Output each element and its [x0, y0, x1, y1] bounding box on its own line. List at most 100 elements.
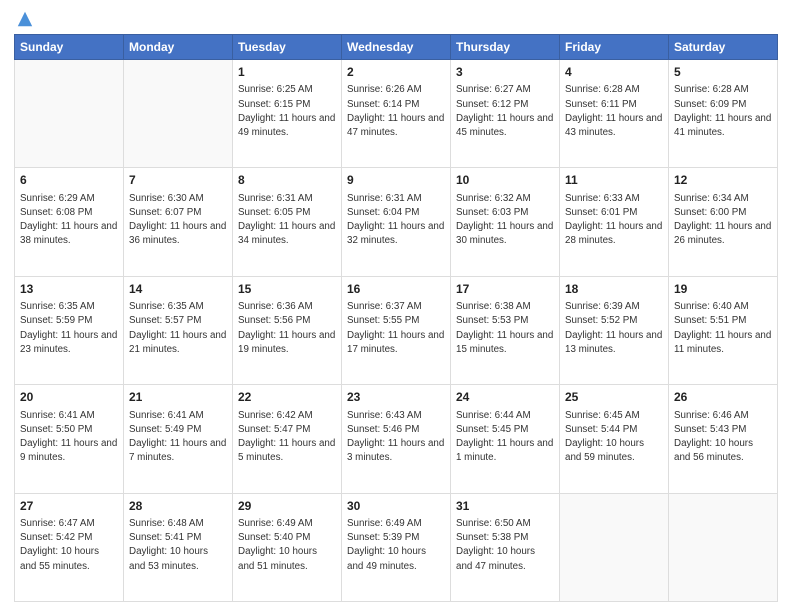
logo-text — [14, 10, 34, 28]
day-info: Sunrise: 6:44 AM Sunset: 5:45 PM Dayligh… — [456, 409, 554, 466]
day-number: 16 — [347, 281, 445, 298]
day-info: Sunrise: 6:42 AM Sunset: 5:47 PM Dayligh… — [238, 409, 336, 466]
day-info: Sunrise: 6:49 AM Sunset: 5:40 PM Dayligh… — [238, 517, 336, 574]
day-info: Sunrise: 6:47 AM Sunset: 5:42 PM Dayligh… — [20, 517, 118, 574]
day-number: 10 — [456, 172, 554, 189]
day-info: Sunrise: 6:49 AM Sunset: 5:39 PM Dayligh… — [347, 517, 445, 574]
day-number: 21 — [129, 389, 227, 406]
day-info: Sunrise: 6:45 AM Sunset: 5:44 PM Dayligh… — [565, 409, 663, 466]
day-number: 2 — [347, 64, 445, 81]
calendar-cell — [124, 60, 233, 168]
calendar-cell: 26 Sunrise: 6:46 AM Sunset: 5:43 PM Dayli… — [669, 385, 778, 493]
day-number: 23 — [347, 389, 445, 406]
day-number: 3 — [456, 64, 554, 81]
day-info: Sunrise: 6:46 AM Sunset: 5:43 PM Dayligh… — [674, 409, 772, 466]
calendar-week-4: 20 Sunrise: 6:41 AM Sunset: 5:50 PM Dayli… — [15, 385, 778, 493]
day-info: Sunrise: 6:28 AM Sunset: 6:11 PM Dayligh… — [565, 83, 663, 140]
calendar-cell: 22Sunrise: 6:42 AM Sunset: 5:47 PM Dayli… — [233, 385, 342, 493]
day-info: Sunrise: 6:31 AM Sunset: 6:04 PM Dayligh… — [347, 192, 445, 249]
day-number: 13 — [20, 281, 118, 298]
calendar-week-1: 1 Sunrise: 6:25 AM Sunset: 6:15 PM Daylig… — [15, 60, 778, 168]
calendar-cell: 1 Sunrise: 6:25 AM Sunset: 6:15 PM Daylig… — [233, 60, 342, 168]
calendar-cell: 30Sunrise: 6:49 AM Sunset: 5:39 PM Dayli… — [342, 493, 451, 601]
calendar-cell: 24Sunrise: 6:44 AM Sunset: 5:45 PM Dayli… — [451, 385, 560, 493]
col-thursday: Thursday — [451, 35, 560, 60]
calendar-cell: 4 Sunrise: 6:28 AM Sunset: 6:11 PM Daylig… — [560, 60, 669, 168]
day-number: 1 — [238, 64, 336, 81]
calendar-cell: 11 Sunrise: 6:33 AM Sunset: 6:01 PM Dayli… — [560, 168, 669, 276]
calendar-cell: 8 Sunrise: 6:31 AM Sunset: 6:05 PM Daylig… — [233, 168, 342, 276]
day-number: 8 — [238, 172, 336, 189]
day-number: 19 — [674, 281, 772, 298]
calendar-cell: 3Sunrise: 6:27 AM Sunset: 6:12 PM Daylig… — [451, 60, 560, 168]
day-number: 11 — [565, 172, 663, 189]
day-number: 20 — [20, 389, 118, 406]
day-info: Sunrise: 6:41 AM Sunset: 5:50 PM Dayligh… — [20, 409, 118, 466]
col-monday: Monday — [124, 35, 233, 60]
day-number: 18 — [565, 281, 663, 298]
calendar-cell: 16 Sunrise: 6:37 AM Sunset: 5:55 PM Dayli… — [342, 276, 451, 384]
calendar-cell: 31 Sunrise: 6:50 AM Sunset: 5:38 PM Dayli… — [451, 493, 560, 601]
calendar-week-3: 13 Sunrise: 6:35 AM Sunset: 5:59 PM Dayli… — [15, 276, 778, 384]
calendar-cell — [560, 493, 669, 601]
calendar-cell: 29 Sunrise: 6:49 AM Sunset: 5:40 PM Dayli… — [233, 493, 342, 601]
day-number: 17 — [456, 281, 554, 298]
day-info: Sunrise: 6:41 AM Sunset: 5:49 PM Dayligh… — [129, 409, 227, 466]
day-number: 26 — [674, 389, 772, 406]
calendar-cell: 7 Sunrise: 6:30 AM Sunset: 6:07 PM Daylig… — [124, 168, 233, 276]
day-info: Sunrise: 6:43 AM Sunset: 5:46 PM Dayligh… — [347, 409, 445, 466]
day-number: 27 — [20, 498, 118, 515]
day-info: Sunrise: 6:33 AM Sunset: 6:01 PM Dayligh… — [565, 192, 663, 249]
col-wednesday: Wednesday — [342, 35, 451, 60]
calendar-cell: 18Sunrise: 6:39 AM Sunset: 5:52 PM Dayli… — [560, 276, 669, 384]
day-number: 5 — [674, 64, 772, 81]
page: Sunday Monday Tuesday Wednesday Thursday… — [0, 0, 792, 612]
day-number: 4 — [565, 64, 663, 81]
day-number: 7 — [129, 172, 227, 189]
calendar-cell: 14 Sunrise: 6:35 AM Sunset: 5:57 PM Dayli… — [124, 276, 233, 384]
calendar-cell: 12 Sunrise: 6:34 AM Sunset: 6:00 PM Dayli… — [669, 168, 778, 276]
day-number: 28 — [129, 498, 227, 515]
header — [14, 10, 778, 28]
day-info: Sunrise: 6:35 AM Sunset: 5:59 PM Dayligh… — [20, 300, 118, 357]
calendar-cell: 25Sunrise: 6:45 AM Sunset: 5:44 PM Dayli… — [560, 385, 669, 493]
day-number: 31 — [456, 498, 554, 515]
calendar-cell: 10 Sunrise: 6:32 AM Sunset: 6:03 PM Dayli… — [451, 168, 560, 276]
calendar-cell: 5Sunrise: 6:28 AM Sunset: 6:09 PM Daylig… — [669, 60, 778, 168]
calendar-cell: 13 Sunrise: 6:35 AM Sunset: 5:59 PM Dayli… — [15, 276, 124, 384]
calendar-table: Sunday Monday Tuesday Wednesday Thursday… — [14, 34, 778, 602]
calendar-week-5: 27 Sunrise: 6:47 AM Sunset: 5:42 PM Dayli… — [15, 493, 778, 601]
day-info: Sunrise: 6:37 AM Sunset: 5:55 PM Dayligh… — [347, 300, 445, 357]
logo-icon — [16, 10, 34, 28]
day-number: 29 — [238, 498, 336, 515]
day-info: Sunrise: 6:25 AM Sunset: 6:15 PM Dayligh… — [238, 83, 336, 140]
day-info: Sunrise: 6:34 AM Sunset: 6:00 PM Dayligh… — [674, 192, 772, 249]
calendar-cell: 17Sunrise: 6:38 AM Sunset: 5:53 PM Dayli… — [451, 276, 560, 384]
calendar-week-2: 6 Sunrise: 6:29 AM Sunset: 6:08 PM Daylig… — [15, 168, 778, 276]
header-row: Sunday Monday Tuesday Wednesday Thursday… — [15, 35, 778, 60]
day-number: 6 — [20, 172, 118, 189]
day-info: Sunrise: 6:32 AM Sunset: 6:03 PM Dayligh… — [456, 192, 554, 249]
day-info: Sunrise: 6:48 AM Sunset: 5:41 PM Dayligh… — [129, 517, 227, 574]
calendar-cell: 28 Sunrise: 6:48 AM Sunset: 5:41 PM Dayli… — [124, 493, 233, 601]
day-number: 9 — [347, 172, 445, 189]
logo — [14, 10, 34, 28]
calendar-header: Sunday Monday Tuesday Wednesday Thursday… — [15, 35, 778, 60]
calendar-cell: 19Sunrise: 6:40 AM Sunset: 5:51 PM Dayli… — [669, 276, 778, 384]
calendar-cell: 20 Sunrise: 6:41 AM Sunset: 5:50 PM Dayli… — [15, 385, 124, 493]
day-number: 12 — [674, 172, 772, 189]
day-number: 14 — [129, 281, 227, 298]
day-info: Sunrise: 6:29 AM Sunset: 6:08 PM Dayligh… — [20, 192, 118, 249]
day-info: Sunrise: 6:31 AM Sunset: 6:05 PM Dayligh… — [238, 192, 336, 249]
col-sunday: Sunday — [15, 35, 124, 60]
calendar-cell: 21 Sunrise: 6:41 AM Sunset: 5:49 PM Dayli… — [124, 385, 233, 493]
calendar-cell: 27 Sunrise: 6:47 AM Sunset: 5:42 PM Dayli… — [15, 493, 124, 601]
calendar-cell — [15, 60, 124, 168]
calendar-cell: 15Sunrise: 6:36 AM Sunset: 5:56 PM Dayli… — [233, 276, 342, 384]
calendar-body: 1 Sunrise: 6:25 AM Sunset: 6:15 PM Daylig… — [15, 60, 778, 602]
col-saturday: Saturday — [669, 35, 778, 60]
day-info: Sunrise: 6:30 AM Sunset: 6:07 PM Dayligh… — [129, 192, 227, 249]
calendar-cell: 23 Sunrise: 6:43 AM Sunset: 5:46 PM Dayli… — [342, 385, 451, 493]
day-info: Sunrise: 6:35 AM Sunset: 5:57 PM Dayligh… — [129, 300, 227, 357]
day-info: Sunrise: 6:50 AM Sunset: 5:38 PM Dayligh… — [456, 517, 554, 574]
